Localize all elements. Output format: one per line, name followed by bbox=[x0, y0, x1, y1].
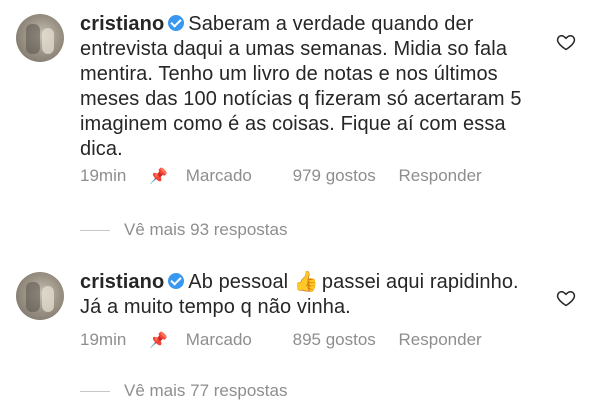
verified-badge-icon bbox=[168, 15, 185, 31]
username[interactable]: cristiano bbox=[80, 271, 164, 293]
comment-body-start: Ab pessoal bbox=[188, 271, 289, 293]
pinned-indicator: 📌 Marcado bbox=[149, 166, 270, 185]
view-replies-button[interactable]: Vê mais 93 respostas bbox=[80, 220, 287, 240]
avatar[interactable] bbox=[16, 272, 64, 320]
pin-icon: 📌 bbox=[149, 168, 168, 185]
pinned-label: Marcado bbox=[185, 330, 252, 349]
replies-divider bbox=[80, 391, 110, 393]
pinned-label: Marcado bbox=[185, 166, 252, 185]
view-replies-label: Vê mais 93 respostas bbox=[124, 220, 288, 239]
timestamp: 19min bbox=[80, 166, 127, 185]
comment-meta: 19min 📌 Marcado 895 gostos Responder bbox=[80, 330, 500, 350]
comment-text: cristiano Ab pessoal 👍 passei aqui rapidin… bbox=[80, 270, 530, 320]
pinned-indicator: 📌 Marcado bbox=[149, 330, 270, 349]
comment-meta: 19min 📌 Marcado 979 gostos Responder bbox=[80, 166, 500, 186]
comment-body: Saberam a verdade quando der entrevista … bbox=[80, 13, 522, 160]
heart-outline-icon[interactable] bbox=[556, 288, 576, 308]
timestamp: 19min bbox=[80, 330, 127, 349]
thumbs-up-emoji: 👍 bbox=[293, 271, 319, 293]
comment-text: cristiano Saberam a verdade quando der en… bbox=[80, 12, 530, 162]
heart-outline-icon[interactable] bbox=[556, 32, 576, 52]
like-count[interactable]: 979 gostos bbox=[293, 166, 376, 185]
verified-badge-icon bbox=[168, 273, 185, 289]
view-replies-button[interactable]: Vê mais 77 respostas bbox=[80, 381, 287, 401]
reply-button[interactable]: Responder bbox=[399, 166, 482, 185]
pin-icon: 📌 bbox=[149, 332, 168, 349]
avatar[interactable] bbox=[16, 14, 64, 62]
view-replies-label: Vê mais 77 respostas bbox=[124, 381, 288, 400]
replies-divider bbox=[80, 230, 110, 232]
username[interactable]: cristiano bbox=[80, 13, 164, 35]
reply-button[interactable]: Responder bbox=[399, 330, 482, 349]
like-count[interactable]: 895 gostos bbox=[293, 330, 376, 349]
